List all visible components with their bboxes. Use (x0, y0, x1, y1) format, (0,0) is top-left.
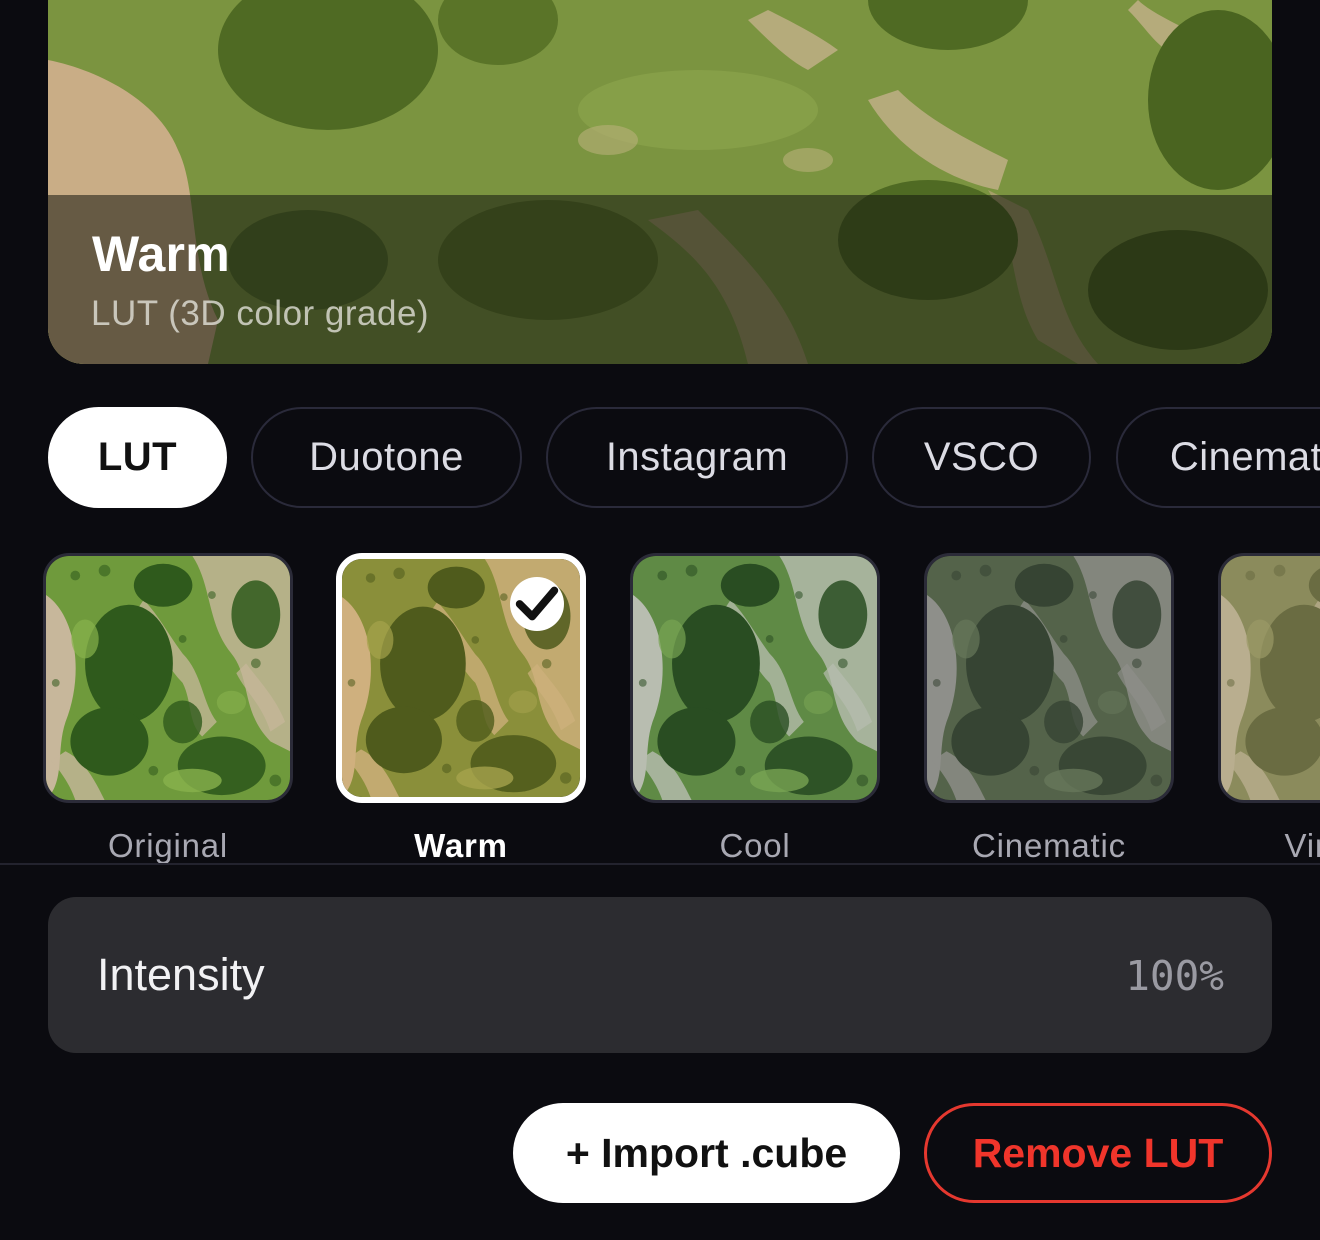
preview-title: Warm (92, 226, 230, 282)
intensity-control[interactable]: Intensity 100% (48, 897, 1272, 1053)
preset-label: Vintage (1284, 827, 1320, 864)
lut-preset-list: Original Warm Cool Cinematic Vintage (0, 553, 1320, 865)
preset-label: Warm (414, 827, 508, 864)
category-tabs: LUT Duotone Instagram VSCO Cinematic (48, 407, 1320, 512)
preset-vintage[interactable]: Vintage (1218, 553, 1320, 864)
preset-label: Cinematic (972, 827, 1126, 864)
remove-lut-button[interactable]: Remove LUT (924, 1103, 1272, 1203)
preset-thumbnail[interactable] (1218, 553, 1320, 803)
preset-thumbnail[interactable] (336, 553, 586, 803)
preset-thumbnail[interactable] (924, 553, 1174, 803)
preset-original[interactable]: Original (43, 553, 293, 864)
tab-instagram[interactable]: Instagram (546, 407, 848, 508)
intensity-label: Intensity (97, 949, 265, 1000)
tab-cinematic[interactable]: Cinematic (1116, 407, 1320, 508)
preset-cool[interactable]: Cool (630, 553, 880, 864)
preset-label: Cool (719, 827, 791, 864)
tab-vsco[interactable]: VSCO (872, 407, 1091, 508)
preset-cinematic[interactable]: Cinematic (924, 553, 1174, 864)
preview-caption-overlay (48, 195, 1272, 364)
tab-duotone[interactable]: Duotone (251, 407, 522, 508)
preset-label: Original (107, 827, 229, 864)
tab-lut[interactable]: LUT (48, 407, 227, 508)
lut-preview: Warm LUT (3D color grade) (48, 0, 1272, 364)
preview-subtitle: LUT (3D color grade) (91, 294, 430, 333)
import-cube-button[interactable]: + Import .cube (513, 1103, 900, 1203)
section-divider (0, 863, 1320, 865)
preset-warm[interactable]: Warm (336, 553, 586, 864)
checkmark-icon (510, 577, 564, 631)
preset-thumbnail[interactable] (43, 553, 293, 803)
preset-thumbnail[interactable] (630, 553, 880, 803)
intensity-value: 100% (1125, 952, 1224, 1000)
